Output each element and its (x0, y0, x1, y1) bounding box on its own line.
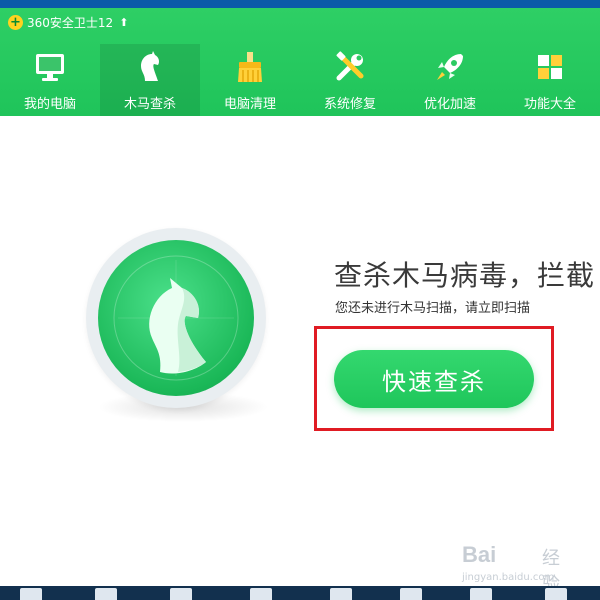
upgrade-arrow-icon[interactable]: ⬆ (119, 16, 128, 29)
nav-label-my-computer: 我的电脑 (23, 97, 76, 112)
taskbar-item[interactable] (95, 588, 117, 600)
taskbar-item[interactable] (470, 588, 492, 600)
watermark-brand: Bai (462, 542, 497, 567)
taskbar-item[interactable] (20, 588, 42, 600)
nav-item-cleanup[interactable]: 电脑清理 (200, 44, 300, 116)
grid-icon (533, 50, 567, 84)
nav-item-trojan-scan[interactable]: 木马查杀 (100, 44, 200, 116)
plus-logo-icon: + (8, 14, 23, 30)
wrench-icon (333, 50, 367, 84)
nav-label-optimize: 优化加速 (423, 97, 476, 112)
nav-item-all-features[interactable]: 功能大全 (500, 44, 600, 116)
rocket-icon (433, 50, 467, 84)
main-nav: 我的电脑 木马查杀 电脑清理 系统修复 优化加速 功能大全 (0, 44, 600, 116)
taskbar-item[interactable] (330, 588, 352, 600)
monitor-icon (33, 50, 67, 84)
taskbar-item[interactable] (250, 588, 272, 600)
quick-scan-button[interactable]: 快速查杀 (334, 350, 534, 408)
horse-icon (133, 50, 167, 84)
top-strip (0, 0, 600, 8)
taskbar-item[interactable] (400, 588, 422, 600)
nav-item-system-repair[interactable]: 系统修复 (300, 44, 400, 116)
nav-label-all-features: 功能大全 (523, 97, 576, 112)
app-window: + 360安全卫士12 ⬆ 我的电脑 木马查杀 电脑清理 系统修复 优化加速 功… (0, 8, 600, 586)
nav-label-trojan-scan: 木马查杀 (123, 97, 176, 112)
broom-icon (233, 50, 267, 84)
watermark-url: jingyan.baidu.com (462, 572, 555, 583)
header-bar: + 360安全卫士12 ⬆ 我的电脑 木马查杀 电脑清理 系统修复 优化加速 功… (0, 8, 600, 116)
taskbar-item[interactable] (170, 588, 192, 600)
badge-inner (98, 240, 254, 396)
title-row: + 360安全卫士12 ⬆ (8, 12, 128, 32)
taskbar (0, 586, 600, 600)
taskbar-item[interactable] (545, 588, 567, 600)
app-title: 360安全卫士12 (27, 15, 114, 30)
baidu-watermark: Bai 经验 jingyan.baidu.com (462, 540, 572, 595)
nav-label-cleanup: 电脑清理 (223, 97, 276, 112)
nav-label-system-repair: 系统修复 (323, 97, 376, 112)
main-content: 查杀木马病毒，拦截 您还未进行木马扫描，请立即扫描 快速查杀 (0, 116, 600, 586)
horse-badge-icon (113, 255, 239, 381)
headline: 查杀木马病毒，拦截 (334, 259, 596, 292)
nav-item-my-computer[interactable]: 我的电脑 (0, 44, 100, 116)
nav-item-optimize[interactable]: 优化加速 (400, 44, 500, 116)
trojan-badge (86, 228, 266, 408)
subtitle: 您还未进行木马扫描，请立即扫描 (335, 301, 531, 316)
